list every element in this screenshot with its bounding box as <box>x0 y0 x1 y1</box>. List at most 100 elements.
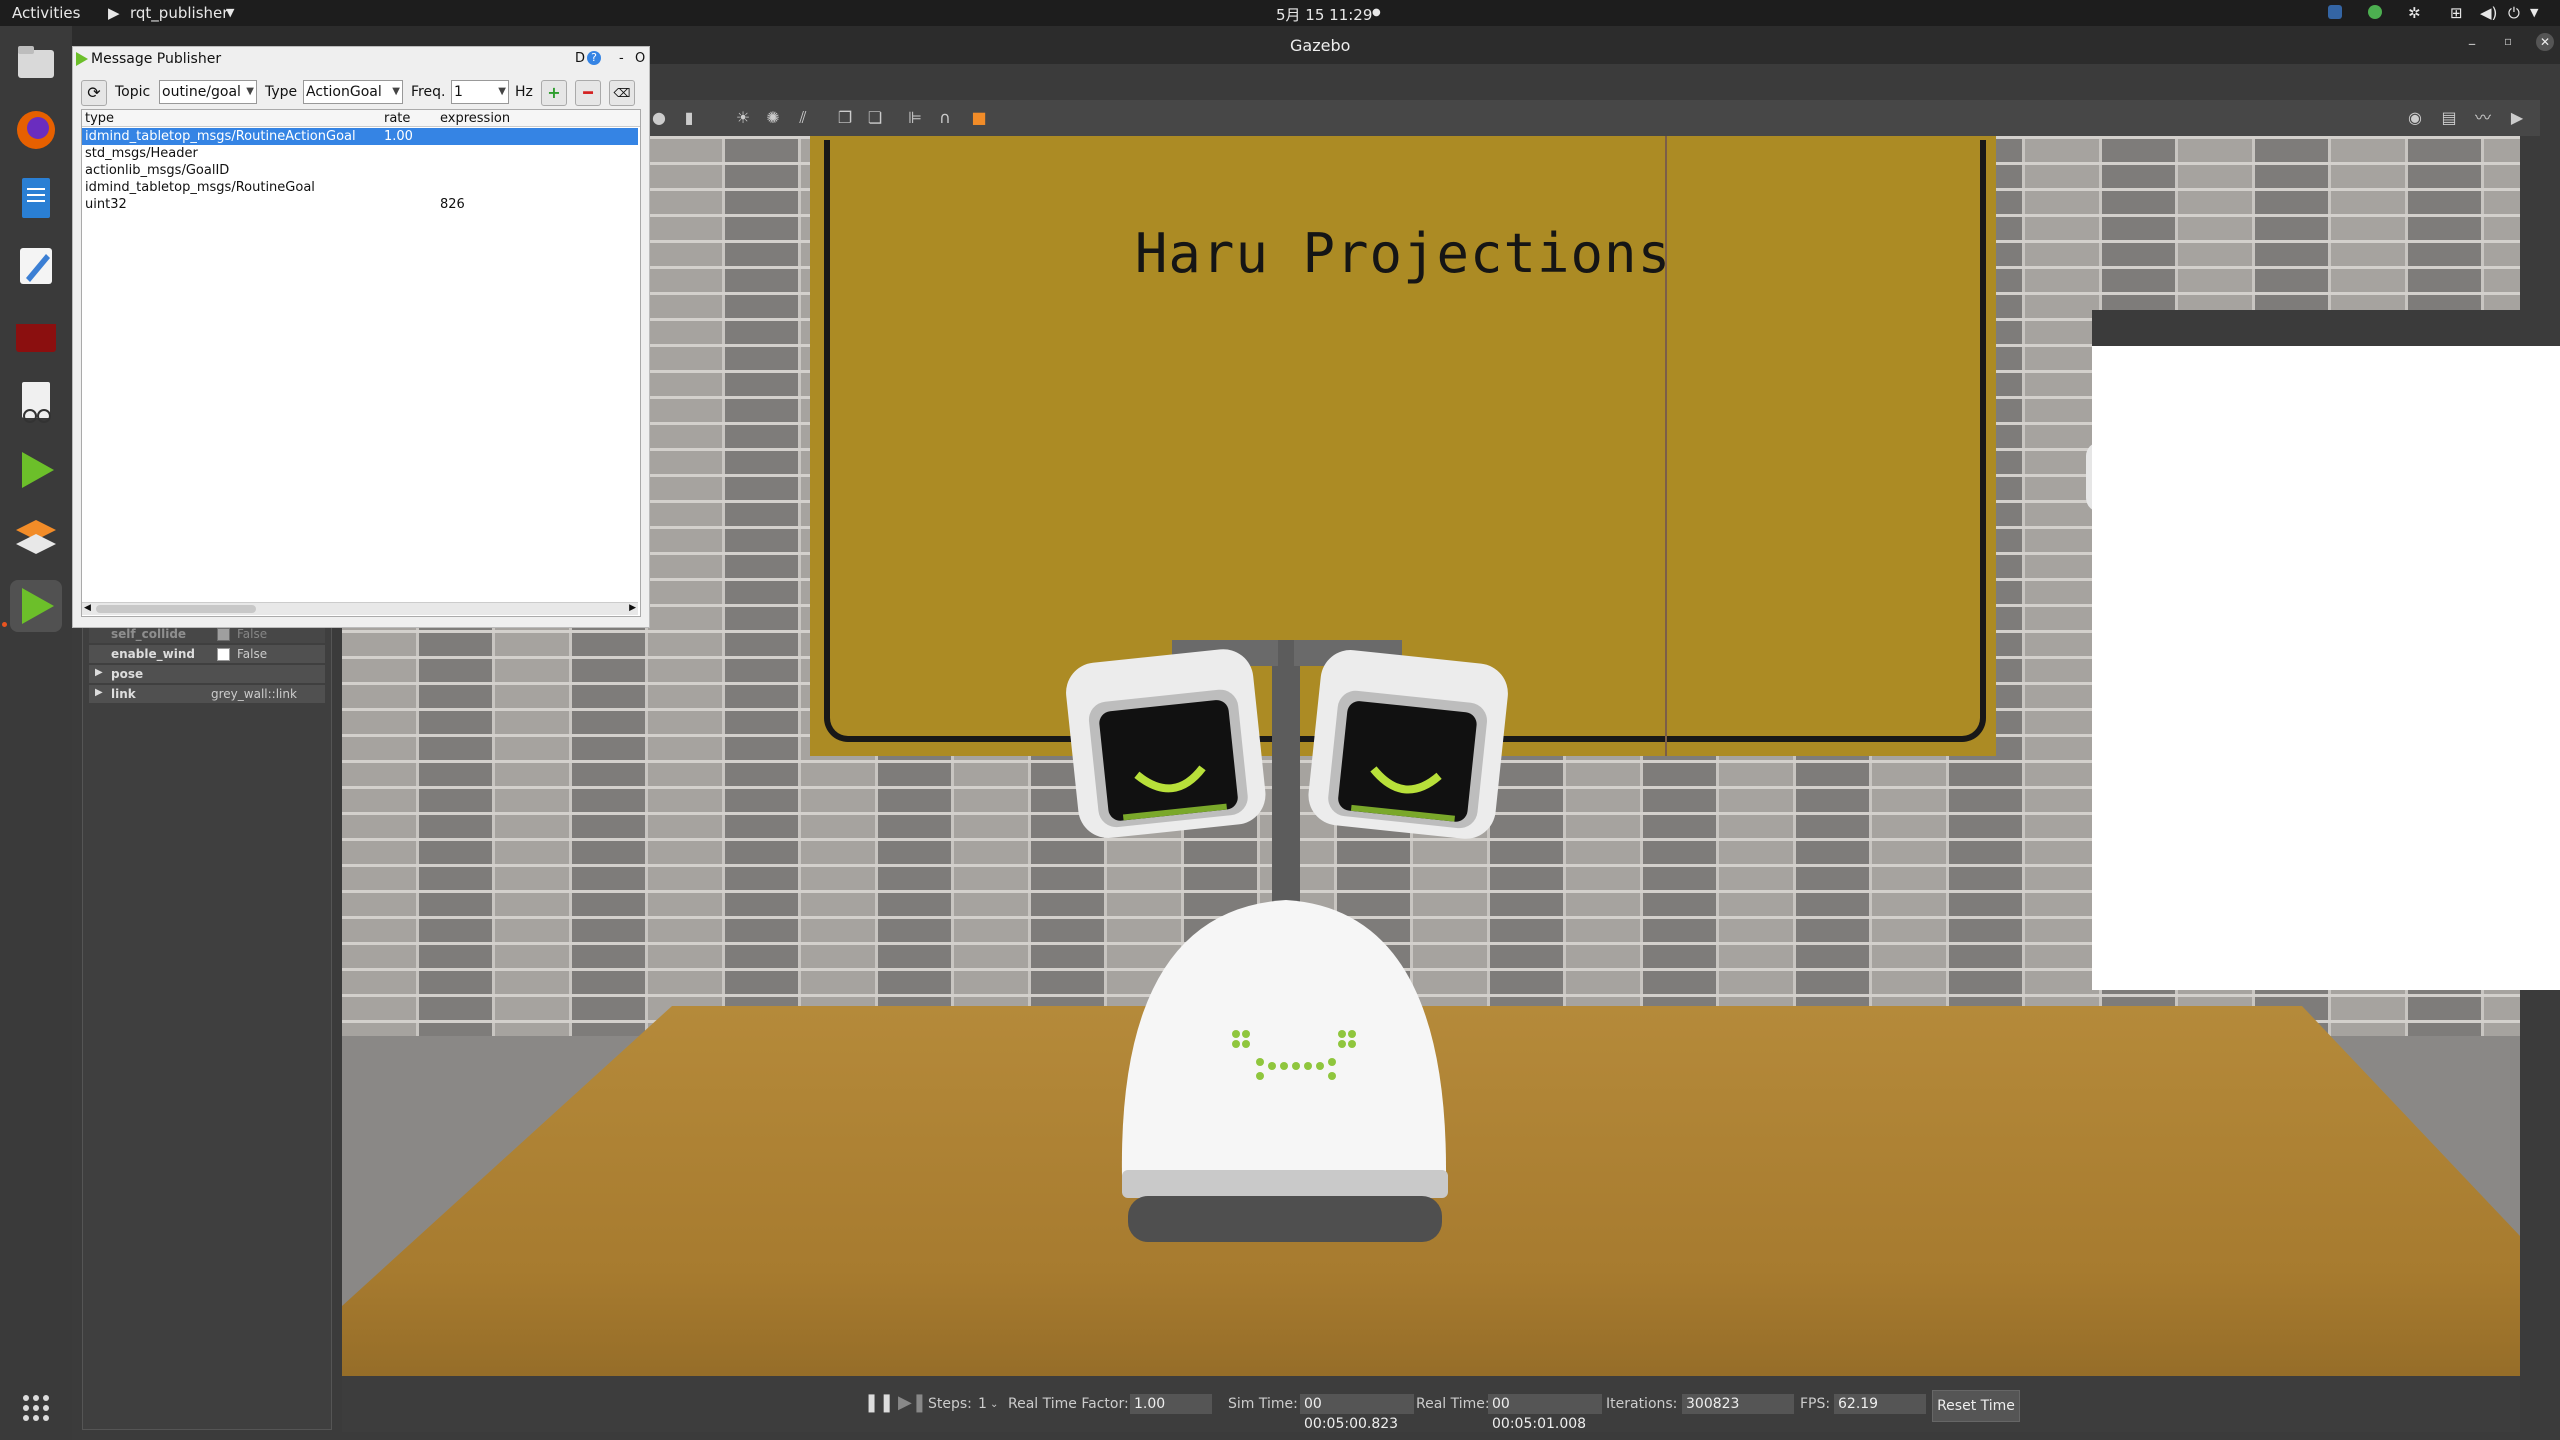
help-icon[interactable]: ? <box>587 51 601 65</box>
volume-icon[interactable]: ◀) <box>2480 4 2497 22</box>
iterations-value: 300823 <box>1682 1394 1794 1414</box>
wechat-icon[interactable] <box>2368 5 2382 19</box>
tray-app-icon[interactable] <box>2328 5 2342 19</box>
spot-light-icon[interactable]: ✺ <box>764 109 782 127</box>
top-bar: Activities ▶ rqt_publisher ▼ 5月 15 11:29… <box>0 0 2560 26</box>
add-publisher-icon[interactable]: + <box>541 80 567 106</box>
tree-row[interactable]: uint32 826 <box>82 196 638 213</box>
clear-icon[interactable]: ⌫ <box>609 80 635 106</box>
close-button[interactable]: ✕ <box>2536 33 2554 51</box>
text-editor-icon[interactable] <box>10 240 62 292</box>
column-header-type[interactable]: type <box>85 111 114 126</box>
snap-icon[interactable]: ∩ <box>936 109 954 127</box>
horizontal-scrollbar[interactable]: ◀ ▶ <box>82 602 638 615</box>
change-view-icon[interactable]: ■ <box>970 109 988 127</box>
scroll-left-icon[interactable]: ◀ <box>84 603 91 613</box>
checkbox[interactable] <box>217 648 230 661</box>
message-publisher-window: Message Publisher D ? - O ⟳ Topic outine… <box>72 46 650 628</box>
remove-publisher-icon[interactable]: ━ <box>575 80 601 106</box>
cylinder-icon[interactable]: ▮ <box>680 109 698 127</box>
checkbox[interactable] <box>217 628 230 641</box>
app-menu[interactable]: rqt_publisher <box>130 4 228 22</box>
side-panel <box>2092 310 2560 990</box>
haru-robot <box>1066 640 1508 1242</box>
settings-tray-icon[interactable]: ✲ <box>2408 4 2421 22</box>
activities-button[interactable]: Activities <box>12 4 80 22</box>
freq-combo[interactable]: 1 ▼ <box>451 80 509 104</box>
log-icon[interactable]: ▤ <box>2440 109 2458 127</box>
network-icon[interactable]: ⊞ <box>2450 4 2463 22</box>
real-time-label: Real Time: <box>1416 1396 1490 1412</box>
scroll-right-icon[interactable]: ▶ <box>629 603 636 613</box>
step-icon[interactable]: ▶❚ <box>898 1392 927 1413</box>
writer-icon[interactable] <box>10 172 62 224</box>
hz-label: Hz <box>515 84 533 100</box>
type-label: Type <box>265 84 298 100</box>
screenshot-icon[interactable]: ◉ <box>2406 109 2424 127</box>
maximize-button[interactable]: ▫ <box>2504 34 2512 48</box>
notification-dot-icon: ● <box>1372 7 1381 18</box>
fps-label: FPS: <box>1800 1396 1831 1412</box>
power-icon[interactable]: ⏻ <box>2508 4 2520 22</box>
close-button[interactable]: O <box>635 51 645 66</box>
rqt-publisher-icon[interactable] <box>10 580 62 632</box>
video-icon[interactable]: ▶ <box>2508 109 2526 127</box>
expand-arrow-icon[interactable]: ▶ <box>95 667 103 678</box>
topic-combo[interactable]: outine/goal ▼ <box>159 80 257 104</box>
property-row[interactable]: enable_wind False <box>89 645 325 663</box>
rtf-label: Real Time Factor: <box>1008 1396 1129 1412</box>
type-combo[interactable]: ActionGoal ▼ <box>303 80 403 104</box>
expand-arrow-icon[interactable]: ▶ <box>95 687 103 698</box>
column-header-rate[interactable]: rate <box>384 111 410 126</box>
align-icon[interactable]: ⊫ <box>906 109 924 127</box>
fps-value: 62.19 <box>1834 1394 1926 1414</box>
sim-time-value: 00 00:05:00.823 <box>1300 1394 1414 1432</box>
publisher-tree[interactable]: type rate expression idmind_tabletop_msg… <box>81 109 641 617</box>
show-apps-icon[interactable] <box>10 1382 62 1434</box>
clock[interactable]: 5月 15 11:29 <box>1276 4 1372 25</box>
dock-button[interactable]: D <box>575 51 585 66</box>
firefox-icon[interactable] <box>10 104 62 156</box>
chevron-down-icon: ▼ <box>226 6 235 19</box>
paste-icon[interactable]: ❏ <box>866 109 884 127</box>
pause-icon[interactable]: ❚❚ <box>864 1392 894 1413</box>
steps-value[interactable]: 1 <box>978 1396 987 1412</box>
publisher-titlebar: Message Publisher D ? - O <box>73 47 649 71</box>
column-header-expression[interactable]: expression <box>440 111 510 126</box>
properties-panel: self_collide False enable_wind False ▶ p… <box>82 620 332 1430</box>
directional-light-icon[interactable]: ⫽ <box>794 109 812 127</box>
scrollbar-thumb[interactable] <box>96 605 256 613</box>
window-title: Gazebo <box>1290 36 1351 55</box>
chevron-down-icon: ▼ <box>498 86 506 97</box>
property-row[interactable]: ▶ link grey_wall::link <box>89 685 325 703</box>
refresh-icon[interactable]: ⟳ <box>81 80 107 106</box>
terminal-icon[interactable] <box>10 308 62 360</box>
minimize-button[interactable]: – <box>2468 34 2476 53</box>
steps-spinner-icon[interactable]: ⌄ <box>990 1399 998 1410</box>
poster-title: Haru Projections <box>1134 222 1672 285</box>
tree-row[interactable]: idmind_tabletop_msgs/RoutineGoal <box>82 179 638 196</box>
property-row[interactable]: ▶ pose <box>89 665 325 683</box>
document-viewer-icon[interactable] <box>10 376 62 428</box>
publisher-controls: ⟳ Topic outine/goal ▼ Type ActionGoal ▼ … <box>73 77 649 107</box>
copy-icon[interactable]: ❐ <box>836 109 854 127</box>
point-light-icon[interactable]: ☀ <box>734 109 752 127</box>
tree-row[interactable]: idmind_tabletop_msgs/RoutineActionGoal 1… <box>82 128 638 145</box>
sphere-icon[interactable]: ● <box>650 109 668 127</box>
freq-label: Freq. <box>411 84 446 100</box>
topic-label: Topic <box>115 84 151 100</box>
minimize-button[interactable]: - <box>619 51 624 66</box>
dock <box>0 26 72 1440</box>
system-menu-chevron-icon[interactable]: ▼ <box>2530 6 2538 19</box>
tree-header: type rate expression <box>82 110 640 127</box>
rqt-launcher-icon[interactable] <box>10 444 62 496</box>
tree-row[interactable]: actionlib_msgs/GoalID <box>82 162 638 179</box>
plot-icon[interactable]: 〰 <box>2474 109 2492 127</box>
steps-label: Steps: <box>928 1396 972 1412</box>
reset-time-button[interactable]: Reset Time <box>1932 1390 2020 1422</box>
gazebo-icon[interactable] <box>10 512 62 564</box>
tree-row[interactable]: std_msgs/Header <box>82 145 638 162</box>
files-icon[interactable] <box>10 36 62 88</box>
running-indicator-icon <box>2 622 7 627</box>
sim-time-label: Sim Time: <box>1228 1396 1298 1412</box>
